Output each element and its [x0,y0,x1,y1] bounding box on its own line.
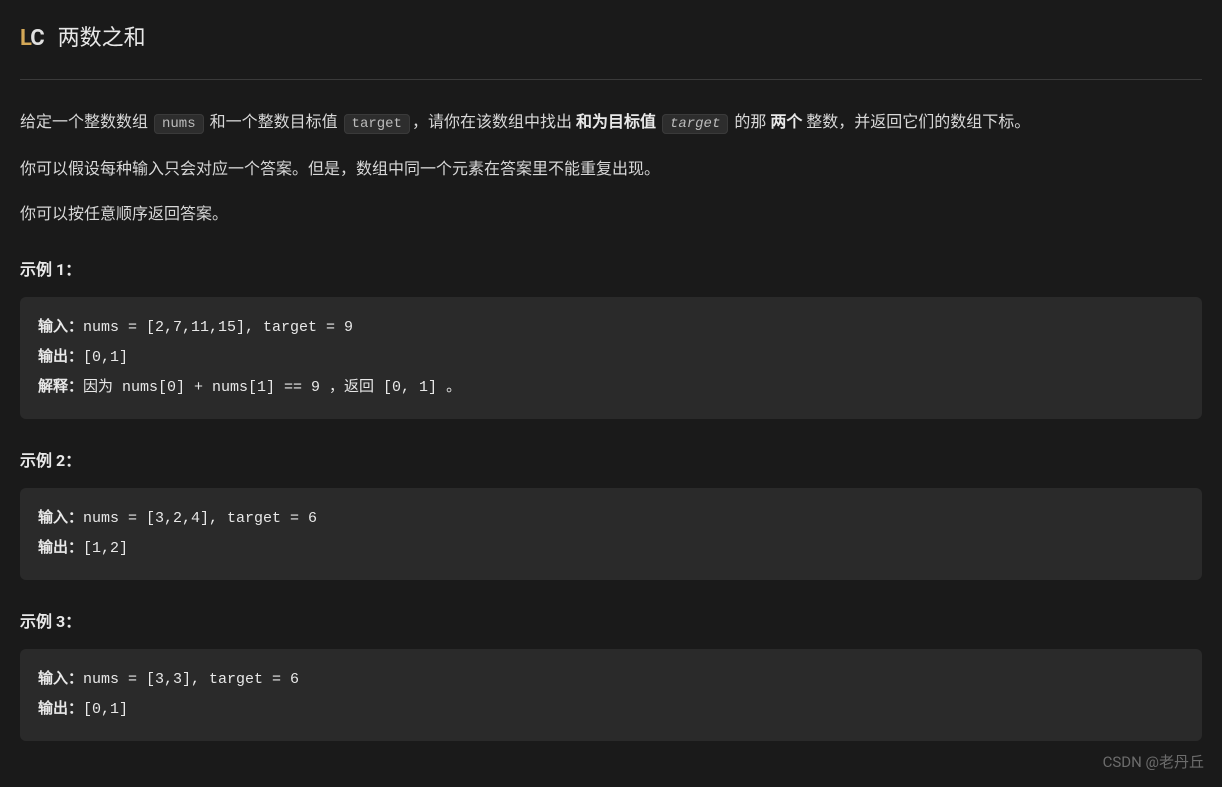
input-value: nums = [2,7,11,15], target = 9 [83,319,353,336]
output-value: [1,2] [83,540,128,557]
input-label: 输入： [38,319,83,336]
text: 和一个整数目标值 [206,112,342,131]
example-3-heading: 示例 3： [20,608,1202,635]
input-label: 输入： [38,510,83,527]
text: 整数，并返回它们的数组下标。 [802,112,1030,131]
example-1-heading: 示例 1： [20,256,1202,283]
example-3-output: 输出：[0,1] [38,695,1184,725]
output-value: [0,1] [83,349,128,366]
output-label: 输出： [38,349,83,366]
output-label: 输出： [38,701,83,718]
example-1-explain: 解释：因为 nums[0] + nums[1] == 9 ，返回 [0, 1] … [38,373,1184,403]
example-1-block: 输入：nums = [2,7,11,15], target = 9 输出：[0,… [20,297,1202,419]
description-p2: 你可以假设每种输入只会对应一个答案。但是，数组中同一个元素在答案里不能重复出现。 [20,155,1202,182]
example-3-block: 输入：nums = [3,3], target = 6 输出：[0,1] [20,649,1202,741]
input-label: 输入： [38,671,83,688]
description-p1: 给定一个整数数组 nums 和一个整数目标值 target，请你在该数组中找出 … [20,108,1202,137]
code-target-italic: target [662,114,728,134]
example-2-heading: 示例 2： [20,447,1202,474]
example-1-output: 输出：[0,1] [38,343,1184,373]
logo-icon: LC [20,20,44,57]
description: 给定一个整数数组 nums 和一个整数目标值 target，请你在该数组中找出 … [20,108,1202,227]
output-value: [0,1] [83,701,128,718]
text: 给定一个整数数组 [20,112,152,131]
problem-title: 两数之和 [58,20,146,57]
output-label: 输出： [38,540,83,557]
example-3-input: 输入：nums = [3,3], target = 6 [38,665,1184,695]
bold-text: 和为目标值 [576,112,660,131]
explain-label: 解释： [38,379,83,396]
input-value: nums = [3,3], target = 6 [83,671,299,688]
description-p3: 你可以按任意顺序返回答案。 [20,200,1202,227]
text: 的那 [730,112,770,131]
text: ，请你在该数组中找出 [412,112,576,131]
example-2-input: 输入：nums = [3,2,4], target = 6 [38,504,1184,534]
example-2-block: 输入：nums = [3,2,4], target = 6 输出：[1,2] [20,488,1202,580]
bold-text: 两个 [770,112,802,131]
code-nums: nums [154,114,204,134]
watermark: CSDN @老丹丘 [1103,750,1204,776]
code-target: target [344,114,410,134]
logo-c: C [30,26,43,51]
logo-l: L [20,26,30,51]
input-value: nums = [3,2,4], target = 6 [83,510,317,527]
header: LC 两数之和 [20,20,1202,80]
explain-value: 因为 nums[0] + nums[1] == 9 ，返回 [0, 1] 。 [83,379,461,396]
example-2-output: 输出：[1,2] [38,534,1184,564]
example-1-input: 输入：nums = [2,7,11,15], target = 9 [38,313,1184,343]
